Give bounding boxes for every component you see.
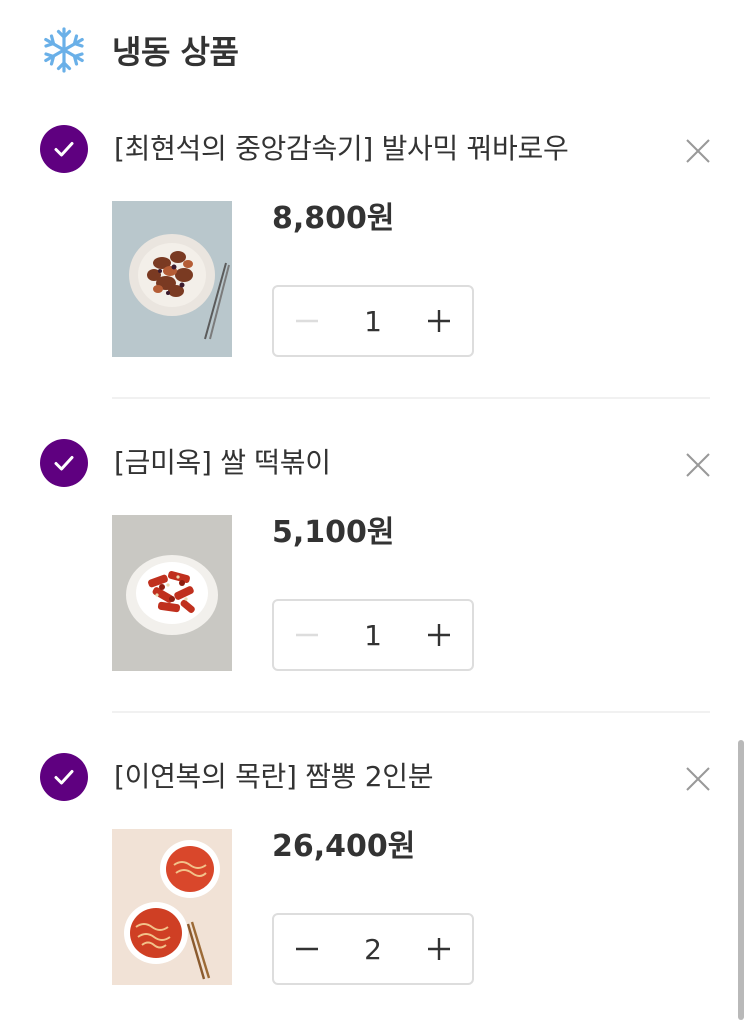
decrease-quantity-button[interactable] bbox=[274, 287, 340, 355]
product-image bbox=[112, 201, 232, 357]
product-thumbnail[interactable] bbox=[112, 201, 232, 357]
minus-icon bbox=[296, 947, 318, 951]
item-name[interactable]: [금미옥] 쌀 떡볶이 bbox=[114, 441, 331, 485]
increase-quantity-button[interactable] bbox=[406, 287, 472, 355]
scrollbar[interactable] bbox=[738, 740, 744, 1020]
item-name[interactable]: [최현석의 중앙감속기] 발사믹 꿔바로우 bbox=[114, 127, 569, 171]
cart-item: [이연복의 목란] 짬뽕 2인분 26,400원 2 bbox=[0, 753, 750, 1020]
product-thumbnail[interactable] bbox=[112, 829, 232, 985]
check-icon bbox=[54, 770, 74, 785]
quantity-value: 1 bbox=[364, 304, 382, 338]
item-name[interactable]: [이연복의 목란] 짬뽕 2인분 bbox=[114, 755, 433, 799]
quantity-stepper: 1 bbox=[272, 285, 474, 357]
section-title: 냉동 상품 bbox=[112, 33, 239, 71]
minus-icon bbox=[296, 319, 318, 323]
close-icon bbox=[686, 139, 710, 163]
close-icon bbox=[686, 453, 710, 477]
increase-quantity-button[interactable] bbox=[406, 915, 472, 983]
item-divider bbox=[112, 711, 710, 713]
remove-item-button[interactable] bbox=[676, 443, 720, 487]
cart-frozen-section: 냉동 상품 [최현석의 중앙감속기] 발사믹 꿔바로우 8,800원 1 [금미… bbox=[0, 0, 750, 1020]
plus-icon bbox=[428, 310, 450, 332]
check-icon bbox=[54, 142, 74, 157]
cart-item: [최현석의 중앙감속기] 발사믹 꿔바로우 8,800원 1 bbox=[0, 125, 750, 439]
item-checkbox[interactable] bbox=[40, 125, 88, 173]
decrease-quantity-button[interactable] bbox=[274, 915, 340, 983]
item-checkbox[interactable] bbox=[40, 439, 88, 487]
remove-item-button[interactable] bbox=[676, 757, 720, 801]
snowflake-icon bbox=[40, 26, 88, 74]
item-price: 5,100원 bbox=[272, 515, 395, 550]
plus-icon bbox=[428, 624, 450, 646]
quantity-stepper: 1 bbox=[272, 599, 474, 671]
section-header: 냉동 상품 bbox=[40, 24, 239, 76]
quantity-value: 2 bbox=[364, 932, 382, 966]
decrease-quantity-button[interactable] bbox=[274, 601, 340, 669]
item-price: 26,400원 bbox=[272, 829, 416, 864]
increase-quantity-button[interactable] bbox=[406, 601, 472, 669]
plus-icon bbox=[428, 938, 450, 960]
item-divider bbox=[112, 397, 710, 399]
remove-item-button[interactable] bbox=[676, 129, 720, 173]
item-price: 8,800원 bbox=[272, 201, 395, 236]
minus-icon bbox=[296, 633, 318, 637]
product-thumbnail[interactable] bbox=[112, 515, 232, 671]
check-icon bbox=[54, 456, 74, 471]
close-icon bbox=[686, 767, 710, 791]
product-image bbox=[112, 515, 232, 671]
product-image bbox=[112, 829, 232, 985]
cart-item: [금미옥] 쌀 떡볶이 5,100원 1 bbox=[0, 439, 750, 753]
quantity-value: 1 bbox=[364, 618, 382, 652]
item-checkbox[interactable] bbox=[40, 753, 88, 801]
quantity-stepper: 2 bbox=[272, 913, 474, 985]
